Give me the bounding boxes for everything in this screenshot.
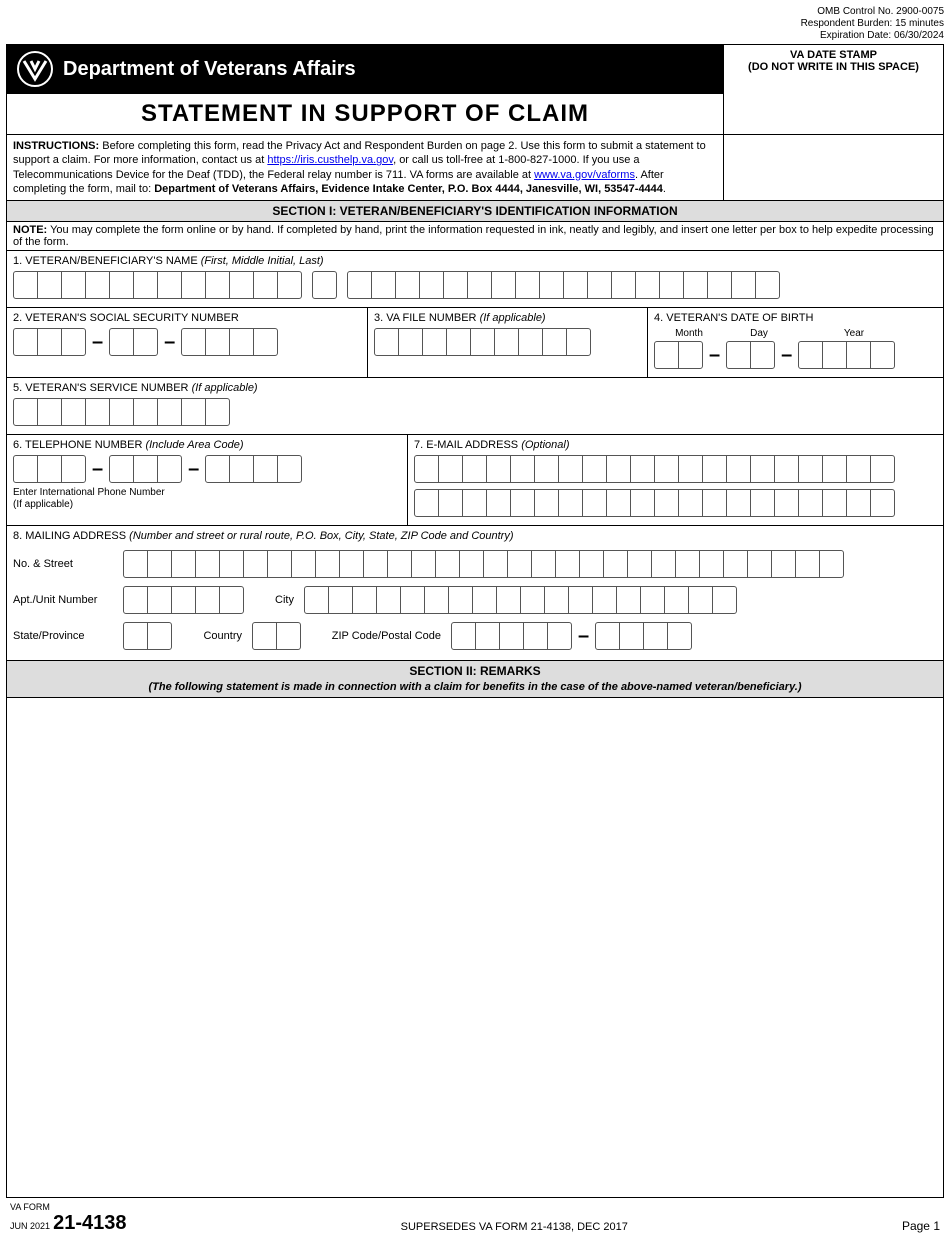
field-8-address: 8. MAILING ADDRESS (Number and street or… <box>7 525 943 660</box>
f7-hint: (Optional) <box>521 439 569 451</box>
addr-apt-label: Apt./Unit Number <box>13 594 113 606</box>
f1-hint: (First, Middle Initial, Last) <box>201 255 324 267</box>
f8-hint: (Number and street or rural route, P.O. … <box>129 530 513 542</box>
date-stamp-space <box>723 93 943 134</box>
field-5-row: 5. VETERAN'S SERVICE NUMBER (If applicab… <box>7 377 943 434</box>
email-input-boxes-1[interactable] <box>414 455 937 483</box>
note-row: NOTE: You may complete the form online o… <box>7 221 943 250</box>
f1-label: 1. VETERAN/BENEFICIARY'S NAME <box>13 255 201 267</box>
dash-icon: – <box>92 458 103 481</box>
addr-zip-label: ZIP Code/Postal Code <box>311 630 441 642</box>
f8-label: 8. MAILING ADDRESS <box>13 530 129 542</box>
form-title: STATEMENT IN SUPPORT OF CLAIM <box>7 93 723 134</box>
dash-icon: – <box>92 331 103 354</box>
field-1-name: 1. VETERAN/BENEFICIARY'S NAME (First, Mi… <box>7 251 943 307</box>
f7-label: 7. E-MAIL ADDRESS <box>414 439 521 451</box>
f5-hint: (If applicable) <box>192 382 258 394</box>
dob-month-label: Month <box>654 328 724 339</box>
intl-phone-label: Enter International Phone Number (If app… <box>13 487 401 511</box>
date-stamp-space-2 <box>723 135 943 200</box>
name-input-boxes[interactable] <box>13 271 937 299</box>
dash-icon: – <box>578 625 589 648</box>
addr-state-label: State/Province <box>13 630 113 642</box>
form-number-block: VA FORM JUN 2021 21-4138 <box>10 1202 127 1233</box>
field-6-phone: 6. TELEPHONE NUMBER (Include Area Code) … <box>7 435 407 525</box>
supersedes-text: SUPERSEDES VA FORM 21-4138, DEC 2017 <box>127 1221 902 1233</box>
f4-label: 4. VETERAN'S DATE OF BIRTH <box>654 312 937 324</box>
field-1-row: 1. VETERAN/BENEFICIARY'S NAME (First, Mi… <box>7 250 943 307</box>
vaforms-link[interactable]: www.va.gov/vaforms <box>534 169 635 181</box>
instructions-text: INSTRUCTIONS: Before completing this for… <box>7 135 723 200</box>
country-input-boxes[interactable] <box>252 622 301 650</box>
state-input-boxes[interactable] <box>123 622 172 650</box>
date-stamp-line2: (DO NOT WRITE IN THIS SPACE) <box>726 61 941 73</box>
email-input-boxes-2[interactable] <box>414 489 937 517</box>
dob-day-label: Day <box>724 328 794 339</box>
field-3-file-number: 3. VA FILE NUMBER (If applicable) <box>367 308 647 377</box>
form-container: Department of Veterans Affairs VA DATE S… <box>6 44 944 1198</box>
dash-icon: – <box>188 458 199 481</box>
ssn-input-boxes[interactable]: – – <box>13 328 361 356</box>
title-row: STATEMENT IN SUPPORT OF CLAIM <box>7 93 943 134</box>
remarks-textarea[interactable] <box>7 697 943 1197</box>
fields-2-3-4-row: 2. VETERAN'S SOCIAL SECURITY NUMBER – – … <box>7 307 943 377</box>
mailing-address-bold: Department of Veterans Affairs, Evidence… <box>154 183 663 195</box>
city-input-boxes[interactable] <box>304 586 737 614</box>
f2-label: 2. VETERAN'S SOCIAL SECURITY NUMBER <box>13 312 361 324</box>
section-2-header: SECTION II: REMARKS <box>7 660 943 681</box>
expiration-date: Expiration Date: 06/30/2024 <box>6 30 944 42</box>
field-7-email: 7. E-MAIL ADDRESS (Optional) <box>407 435 943 525</box>
section-1-header: SECTION I: VETERAN/BENEFICIARY'S IDENTIF… <box>7 200 943 221</box>
page-footer: VA FORM JUN 2021 21-4138 SUPERSEDES VA F… <box>6 1202 944 1233</box>
dash-icon: – <box>781 344 792 367</box>
addr-city-label: City <box>254 594 294 606</box>
omb-metadata: OMB Control No. 2900-0075 Respondent Bur… <box>6 6 944 42</box>
date-stamp-box: VA DATE STAMP (DO NOT WRITE IN THIS SPAC… <box>723 45 943 93</box>
service-number-input-boxes[interactable] <box>13 398 937 426</box>
phone-input-boxes[interactable]: – – <box>13 455 401 483</box>
form-number: 21-4138 <box>53 1212 126 1234</box>
iris-link[interactable]: https://iris.custhelp.va.gov <box>267 154 393 166</box>
form-date: JUN 2021 <box>10 1221 50 1231</box>
header-left: Department of Veterans Affairs <box>7 45 723 93</box>
zip-input-boxes[interactable]: – <box>451 622 692 650</box>
dash-icon: – <box>164 331 175 354</box>
section-2-subtitle: (The following statement is made in conn… <box>7 681 943 697</box>
instructions-row: INSTRUCTIONS: Before completing this for… <box>7 134 943 200</box>
f3-label: 3. VA FILE NUMBER <box>374 312 480 324</box>
addr-country-label: Country <box>182 630 242 642</box>
page-number: Page 1 <box>902 1219 940 1233</box>
f6-hint: (Include Area Code) <box>145 439 243 451</box>
f5-label: 5. VETERAN'S SERVICE NUMBER <box>13 382 192 394</box>
date-stamp-line1: VA DATE STAMP <box>726 49 941 61</box>
dept-title: Department of Veterans Affairs <box>63 58 356 81</box>
dob-input-boxes[interactable]: – – <box>654 341 937 369</box>
header-row: Department of Veterans Affairs VA DATE S… <box>7 45 943 93</box>
field-5-service-number: 5. VETERAN'S SERVICE NUMBER (If applicab… <box>7 378 943 434</box>
instr-period: . <box>663 183 666 195</box>
f3-hint: (If applicable) <box>480 312 546 324</box>
note-label: NOTE: <box>13 224 47 236</box>
omb-control-no: OMB Control No. 2900-0075 <box>6 6 944 18</box>
field-4-dob: 4. VETERAN'S DATE OF BIRTH Month Day Yea… <box>647 308 943 377</box>
field-2-ssn: 2. VETERAN'S SOCIAL SECURITY NUMBER – – <box>7 308 367 377</box>
va-logo-icon <box>17 51 53 87</box>
instructions-label: INSTRUCTIONS: <box>13 140 99 152</box>
street-input-boxes[interactable] <box>123 550 844 578</box>
dash-icon: – <box>709 344 720 367</box>
f6-label: 6. TELEPHONE NUMBER <box>13 439 145 451</box>
fields-6-7-row: 6. TELEPHONE NUMBER (Include Area Code) … <box>7 434 943 525</box>
addr-street-label: No. & Street <box>13 558 113 570</box>
dob-year-label: Year <box>794 328 914 339</box>
respondent-burden: Respondent Burden: 15 minutes <box>6 18 944 30</box>
apt-input-boxes[interactable] <box>123 586 244 614</box>
note-text: You may complete the form online or by h… <box>13 224 934 248</box>
va-form-label: VA FORM <box>10 1202 50 1212</box>
file-number-input-boxes[interactable] <box>374 328 641 356</box>
